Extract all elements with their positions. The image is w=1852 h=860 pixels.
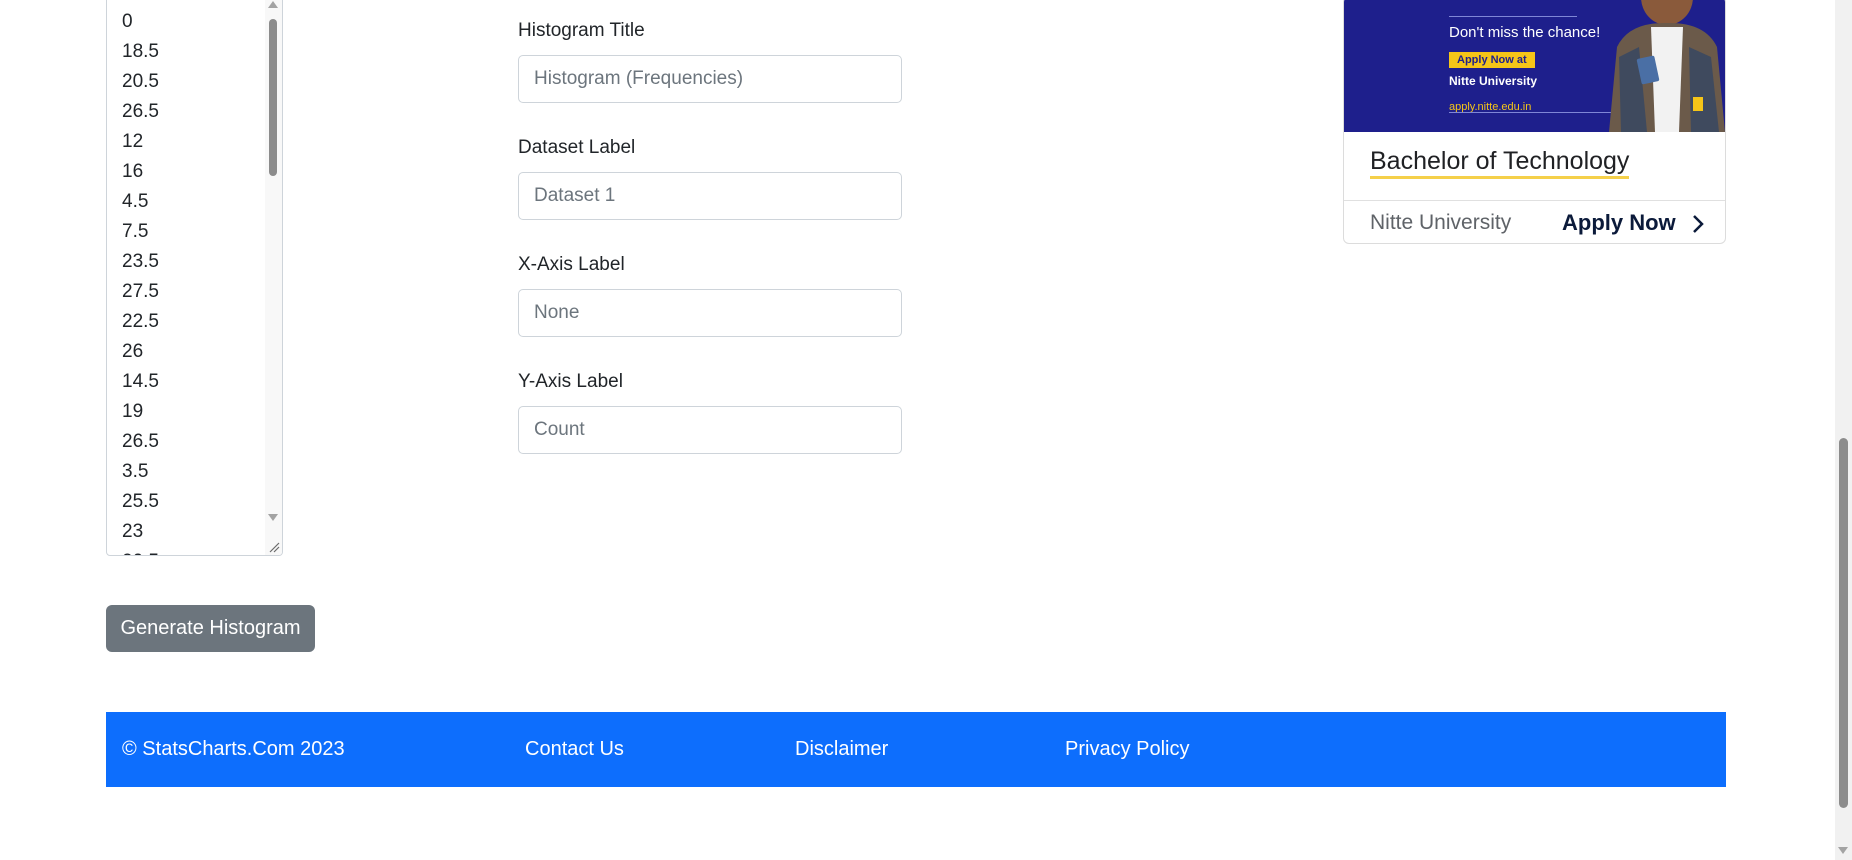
data-value: 7.5	[122, 221, 149, 242]
generate-histogram-button[interactable]: Generate Histogram	[106, 605, 315, 652]
ad-divider	[1344, 200, 1725, 201]
data-value: 26	[122, 341, 144, 362]
data-value: 27.5	[122, 281, 159, 302]
chevron-right-icon[interactable]	[1692, 214, 1704, 234]
ad-headline[interactable]: Bachelor of Technology	[1370, 147, 1630, 179]
data-value: 14.5	[122, 371, 159, 392]
textarea-scrollbar[interactable]	[265, 0, 282, 555]
ad-tagline: Don't miss the chance!	[1449, 24, 1601, 41]
student-photo-icon	[1609, 0, 1725, 132]
y-axis-label-label: Y-Axis Label	[518, 371, 623, 392]
data-value: 26.5	[122, 101, 159, 122]
data-value: 23	[122, 521, 144, 542]
footer-contact-link[interactable]: Contact Us	[525, 736, 624, 762]
scroll-up-arrow-icon[interactable]	[268, 1, 278, 8]
data-value: 23.5	[122, 251, 159, 272]
data-value: 19	[122, 401, 144, 422]
data-value: 16	[122, 161, 144, 182]
data-value: 20.5	[122, 547, 159, 555]
x-axis-label-label: X-Axis Label	[518, 254, 625, 275]
data-values-list: 0 18.5 20.5 26.5 12 16 4.5 7.5 23.5 27.5…	[122, 7, 159, 555]
resize-grip-icon[interactable]	[265, 538, 282, 555]
data-value: 12	[122, 131, 144, 152]
y-axis-label-field: Y-Axis Label	[518, 368, 902, 454]
data-value: 18.5	[122, 41, 159, 62]
scroll-down-arrow-icon[interactable]	[268, 514, 278, 521]
ad-apply-now-button[interactable]: Apply Now	[1562, 210, 1676, 236]
x-axis-label-field: X-Axis Label	[518, 251, 902, 337]
footer-privacy-link[interactable]: Privacy Policy	[1065, 736, 1189, 762]
histogram-title-input[interactable]	[518, 55, 902, 103]
textarea-scrollbar-thumb[interactable]	[269, 19, 277, 176]
data-value: 3.5	[122, 461, 149, 482]
histogram-title-field: Histogram Title	[518, 17, 902, 103]
dataset-label-label: Dataset Label	[518, 137, 636, 158]
page-scrollbar-thumb[interactable]	[1839, 438, 1848, 808]
dataset-label-field: Dataset Label	[518, 134, 902, 220]
data-values-textarea[interactable]: 0 18.5 20.5 26.5 12 16 4.5 7.5 23.5 27.5…	[106, 0, 283, 556]
page-scrollbar[interactable]	[1835, 0, 1852, 860]
ad-university-line: Nitte University	[1449, 74, 1538, 88]
x-axis-label-input[interactable]	[518, 289, 902, 337]
ad-divider-line	[1449, 16, 1577, 17]
dataset-label-input[interactable]	[518, 172, 902, 220]
y-axis-label-input[interactable]	[518, 406, 902, 454]
page-scroll-down-arrow-icon[interactable]	[1838, 847, 1848, 854]
data-value: 0	[122, 11, 133, 32]
ad-banner-image[interactable]: Don't miss the chance! Apply Now at Nitt…	[1344, 0, 1725, 132]
footer: © StatsCharts.Com 2023 Contact Us Discla…	[106, 712, 1726, 787]
histogram-title-label: Histogram Title	[518, 20, 645, 41]
advertisement-card[interactable]: Don't miss the chance! Apply Now at Nitt…	[1343, 0, 1726, 244]
data-value: 22.5	[122, 311, 159, 332]
footer-disclaimer-link[interactable]: Disclaimer	[795, 736, 888, 762]
footer-copyright: © StatsCharts.Com 2023	[122, 738, 345, 760]
ad-source: Nitte University	[1370, 211, 1512, 234]
data-value: 26.5	[122, 431, 159, 452]
data-value: 25.5	[122, 491, 159, 512]
ad-apply-tag: Apply Now at	[1449, 52, 1535, 68]
data-value: 4.5	[122, 191, 149, 212]
data-value: 20.5	[122, 71, 159, 92]
